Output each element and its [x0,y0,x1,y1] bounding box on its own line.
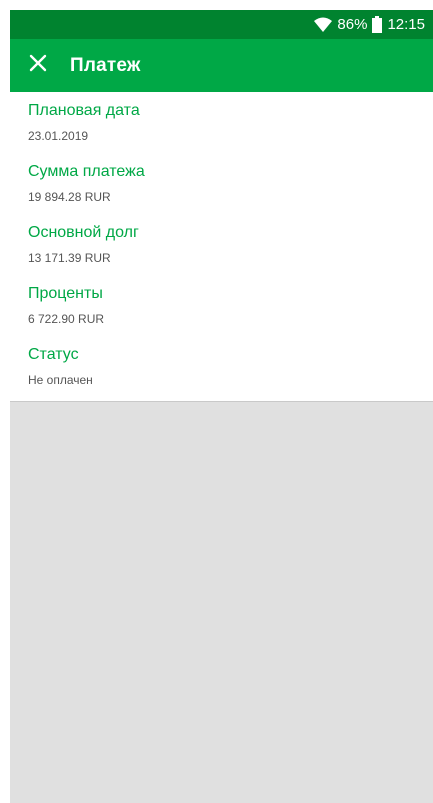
field-value: 19 894.28 RUR [28,190,111,204]
field-label: Проценты [28,285,103,302]
field-value: 13 171.39 RUR [28,251,111,265]
close-button[interactable] [10,39,66,92]
wifi-icon [314,17,333,32]
clock: 12:15 [387,16,425,33]
field-status: Статус Не оплачен [28,344,417,389]
app-bar: Платеж [10,39,433,92]
page-title: Платеж [70,54,141,76]
field-value: 6 722.90 RUR [28,312,105,326]
status-value: Не оплачен [28,373,93,387]
battery-icon [372,16,383,33]
field-payment-amount: Сумма платежа 19 894.28 RUR [28,161,417,206]
field-principal: Основной долг 13 171.39 RUR [28,222,417,267]
field-value: 23.01.2019 [28,129,89,143]
close-icon [29,54,47,77]
field-interest: Проценты 6 722.90 RUR [28,283,417,328]
field-label: Основной долг [28,224,139,241]
field-label: Плановая дата [28,102,140,119]
app-window: 86% 12:15 Платеж Плановая дата 23.01.201… [10,10,433,803]
field-label: Сумма платежа [28,163,145,180]
field-label: Статус [28,346,79,363]
payment-details: Плановая дата 23.01.2019 Сумма платежа 1… [10,92,433,402]
status-bar: 86% 12:15 [10,10,433,39]
field-planned-date: Плановая дата 23.01.2019 [28,100,417,145]
battery-percent: 86% [337,16,368,33]
